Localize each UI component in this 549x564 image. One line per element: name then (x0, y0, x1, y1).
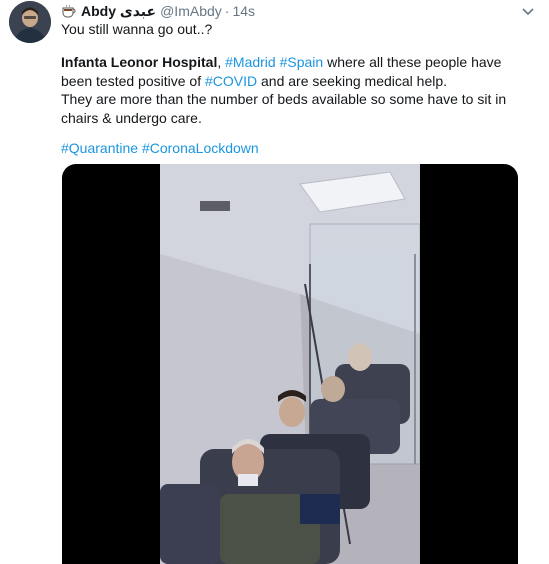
video-scene-image (160, 164, 420, 564)
avatar-photo-icon (9, 1, 51, 43)
body-comma: , (217, 54, 222, 70)
tweet-body: Infanta Leonor Hospital, #Madrid #Spain … (61, 53, 531, 127)
tweet-timestamp[interactable]: 14s (232, 3, 255, 19)
hashtag-spain[interactable]: #Spain (280, 54, 324, 70)
author-handle[interactable]: @ImAbdy (160, 3, 222, 19)
tweet: Abdy عبدی @ImAbdy · 14s You still wanna go … (0, 0, 549, 564)
separator-dot: · (224, 3, 230, 19)
video-frame (160, 164, 420, 564)
hospital-name: Infanta Leonor Hospital (61, 54, 218, 70)
tweet-text-line1: You still wanna go out..? (61, 21, 213, 37)
tweet-header: Abdy عبدی @ImAbdy · 14s (61, 2, 255, 20)
hashtag-covid[interactable]: #COVID (205, 73, 257, 89)
hashtag-quarantine[interactable]: #Quarantine (61, 140, 138, 156)
chevron-down-icon[interactable] (521, 4, 535, 18)
coffee-cup-icon (62, 4, 76, 18)
avatar[interactable] (9, 1, 51, 43)
body-text-3: They are more than the number of beds av… (61, 91, 507, 126)
video-player[interactable] (62, 164, 518, 564)
hashtag-coronalockdown[interactable]: #CoronaLockdown (142, 140, 259, 156)
body-text-2: and are seeking medical help. (261, 72, 448, 89)
hashtag-line: #Quarantine #CoronaLockdown (61, 139, 259, 157)
hashtag-madrid[interactable]: #Madrid (225, 54, 276, 70)
author-name[interactable]: Abdy عبدی (81, 3, 156, 19)
